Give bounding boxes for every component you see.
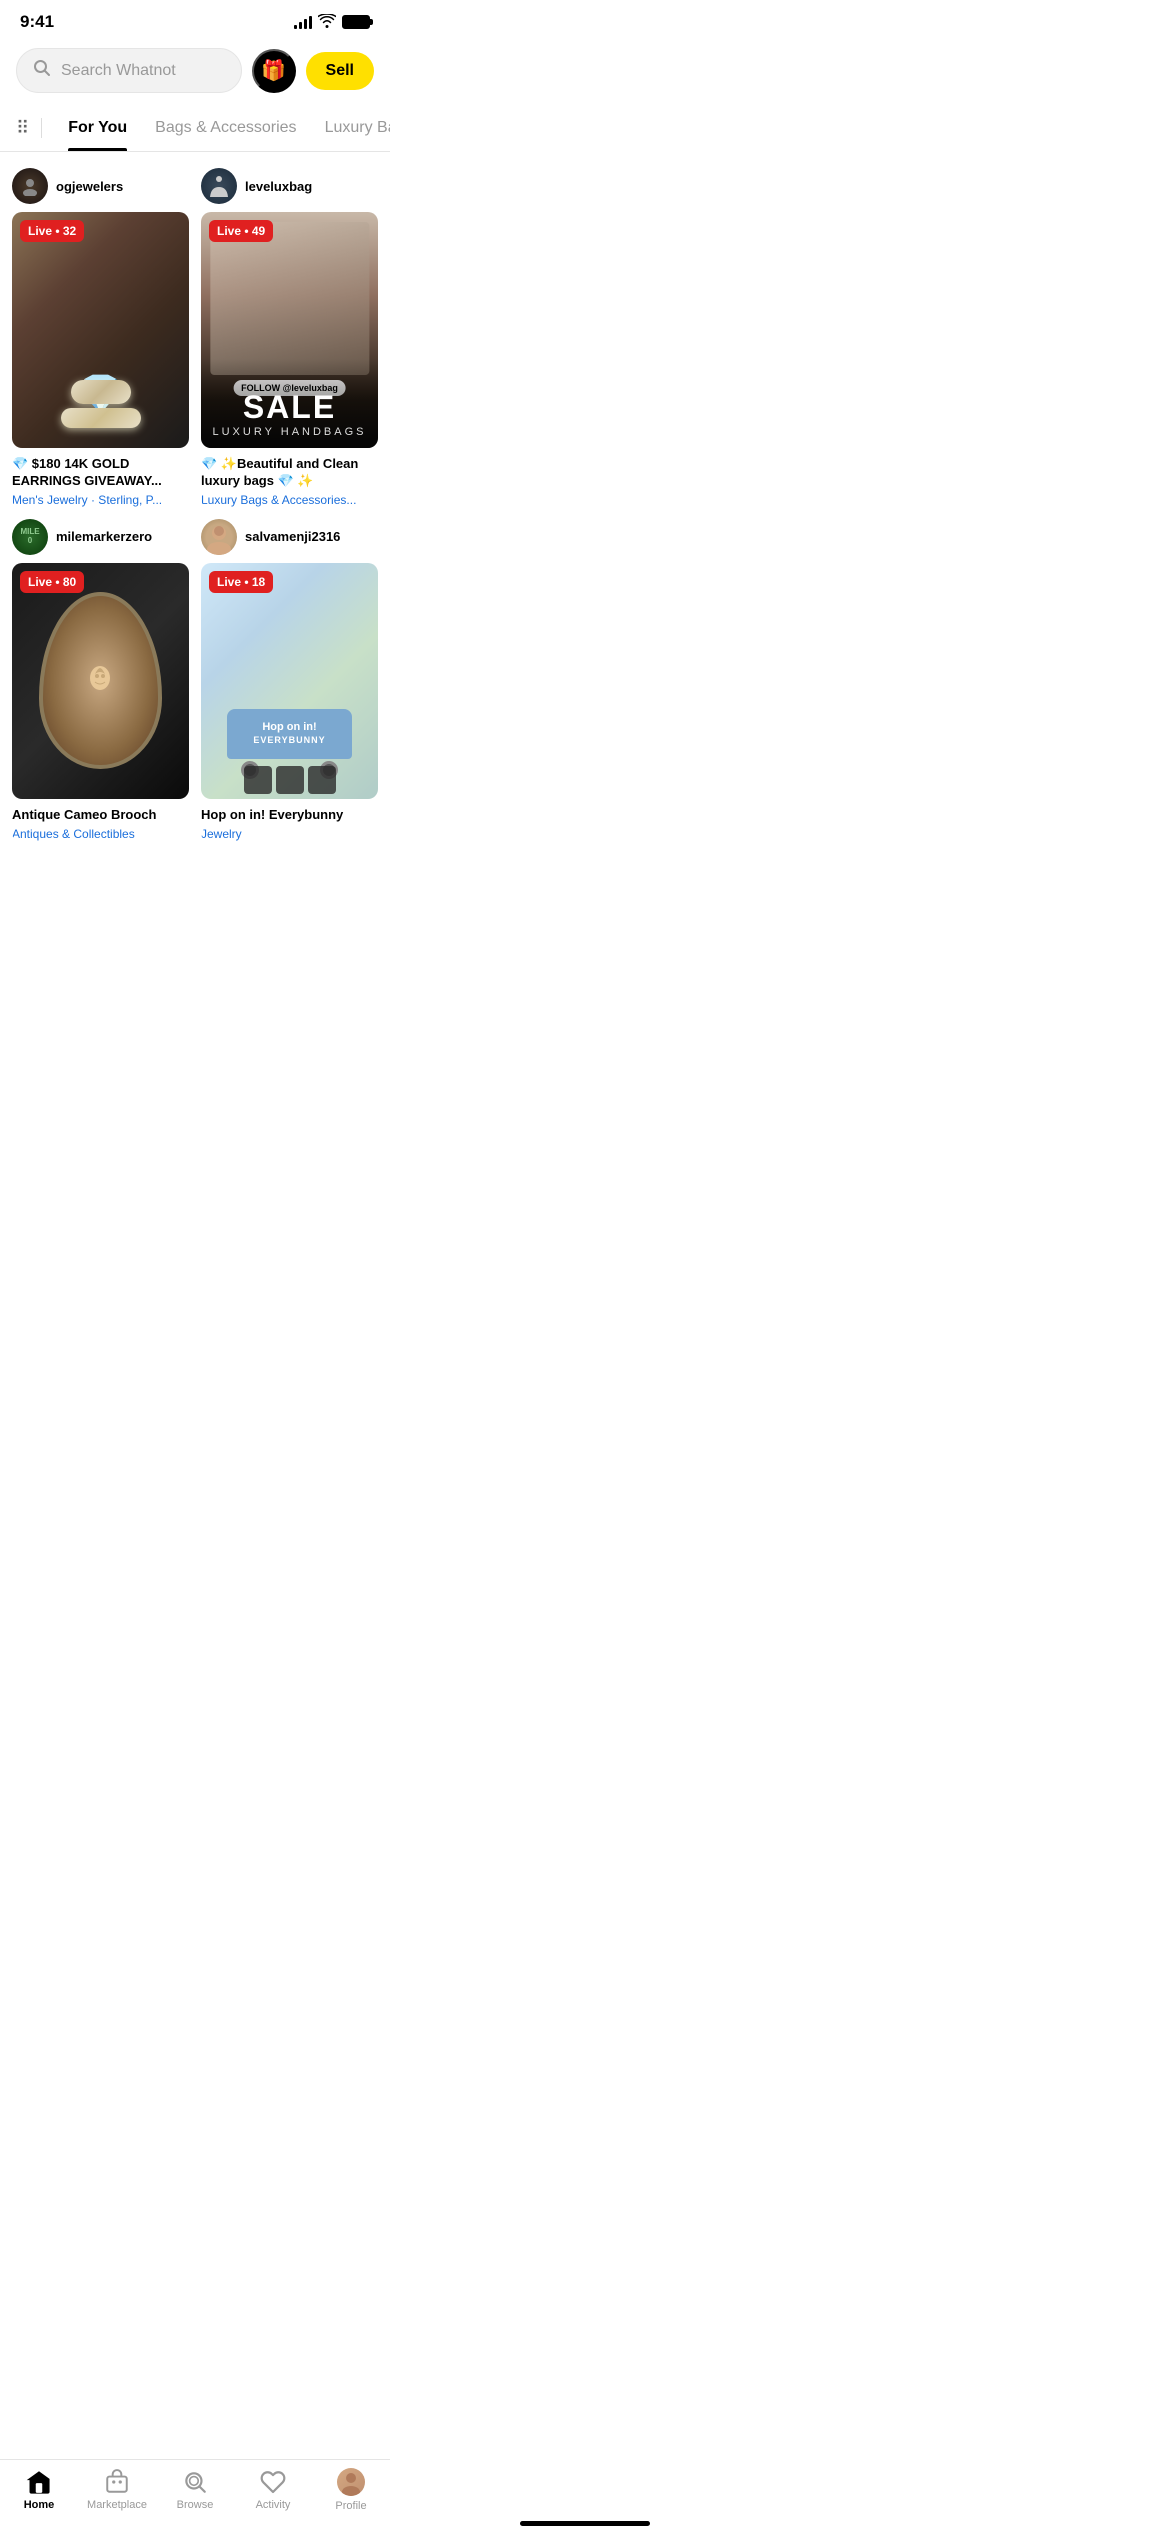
card-title-ogjewelers: 💎 $180 14K GOLD EARRINGS GIVEAWAY... [12,456,189,490]
live-badge-leveluxbag: Live • 49 [209,220,273,242]
nav-browse-label: Browse [177,2499,214,2511]
tabs-section: ⠿ For You Bags & Accessories Luxury Bags [0,105,390,152]
card-header-salvamenji: salvamenji2316 [201,519,378,563]
card-header-milemarkerzero: MILE0 milemarkerzero [12,519,189,563]
live-card-milemarkerzero[interactable]: MILE0 milemarkerzero Live • 80 Ant [12,519,189,841]
status-icons [294,14,370,31]
tab-for-you[interactable]: For You [54,105,141,151]
status-time: 9:41 [20,12,54,32]
live-badge-ogjewelers: Live • 32 [20,220,84,242]
card-header: ogjewelers [12,168,189,212]
nav-home[interactable]: Home [0,2469,78,2511]
home-indicator [520,2521,650,2526]
wifi-icon [318,14,336,31]
nav-marketplace-label: Marketplace [87,2499,147,2511]
tab-divider [41,118,42,138]
username-salvamenji: salvamenji2316 [245,529,340,544]
sale-text: SALE [211,389,368,426]
cameo-shape [39,592,163,769]
sale-sub: LUXURY HANDBAGS [211,426,368,438]
username-milemarkerzero: milemarkerzero [56,529,152,544]
marketplace-icon [104,2469,130,2495]
card-title-salvamenji: Hop on in! Everybunny [201,807,378,824]
nav-browse[interactable]: Browse [156,2469,234,2511]
nav-profile-label: Profile [335,2500,366,2512]
nav-activity[interactable]: Activity [234,2469,312,2511]
status-bar: 9:41 [0,0,390,40]
sale-overlay: SALE LUXURY HANDBAGS [201,359,378,448]
card-image-salvamenji: Live • 18 Hop on in!EVERYBUNNY [201,563,378,799]
live-card-leveluxbag[interactable]: leveluxbag Live • 49 FOLLOW @leveluxbag … [201,168,378,507]
activity-icon [260,2469,286,2495]
signal-icon [294,15,312,29]
live-badge-salvamenji: Live • 18 [209,571,273,593]
card-image-ogjewelers: Live • 32 [12,212,189,448]
nav-profile[interactable]: Profile [312,2468,390,2512]
card-info-salvamenji: Hop on in! Everybunny Jewelry [201,799,378,841]
card-image-leveluxbag: Live • 49 FOLLOW @leveluxbag SALE LUXURY… [201,212,378,448]
search-placeholder: Search Whatnot [61,62,176,80]
nav-marketplace[interactable]: Marketplace [78,2469,156,2511]
nav-home-label: Home [24,2499,55,2511]
card-header-leveluxbag: leveluxbag [201,168,378,212]
search-bar[interactable]: Search Whatnot [16,48,242,93]
nav-activity-label: Activity [256,2499,291,2511]
card-info-leveluxbag: 💎 ✨Beautiful and Clean luxury bags 💎 ✨ L… [201,448,378,507]
card-title-leveluxbag: 💎 ✨Beautiful and Clean luxury bags 💎 ✨ [201,456,378,490]
gift-button[interactable]: 🎁 [252,49,296,93]
live-card-ogjewelers[interactable]: ogjewelers Live • 32 💎 $180 14K GOLD EAR… [12,168,189,507]
username-ogjewelers: ogjewelers [56,179,123,194]
tab-bags-accessories[interactable]: Bags & Accessories [141,105,310,151]
live-card-salvamenji[interactable]: salvamenji2316 Live • 18 Hop on in!EVERY… [201,519,378,841]
profile-avatar [337,2468,365,2496]
card-category-ogjewelers: Men's Jewelry · Sterling, P... [12,493,189,507]
battery-icon [342,15,370,29]
bottom-nav: Home Marketplace Browse Activity [0,2459,390,2532]
search-section: Search Whatnot 🎁 Sell [0,40,390,105]
avatar-ogjewelers [12,168,48,204]
search-icon [33,59,51,82]
avatar-salvamenji [201,519,237,555]
card-image-milemarkerzero: Live • 80 [12,563,189,799]
browse-icon [182,2469,208,2495]
username-leveluxbag: leveluxbag [245,179,312,194]
tab-luxury-bags[interactable]: Luxury Bags [311,105,390,151]
grid-icon[interactable]: ⠿ [16,106,29,151]
avatar-milemarkerzero: MILE0 [12,519,48,555]
home-icon [26,2469,52,2495]
card-category-salvamenji: Jewelry [201,827,378,841]
live-badge-milemarkerzero: Live • 80 [20,571,84,593]
card-category-leveluxbag: Luxury Bags & Accessories... [201,493,378,507]
card-info-ogjewelers: 💎 $180 14K GOLD EARRINGS GIVEAWAY... Men… [12,448,189,507]
avatar-leveluxbag [201,168,237,204]
live-grid: ogjewelers Live • 32 💎 $180 14K GOLD EAR… [0,152,390,857]
card-info-milemarkerzero: Antique Cameo Brooch Antiques & Collecti… [12,799,189,841]
card-category-milemarkerzero: Antiques & Collectibles [12,827,189,841]
card-title-milemarkerzero: Antique Cameo Brooch [12,807,189,824]
sell-button[interactable]: Sell [306,52,374,90]
